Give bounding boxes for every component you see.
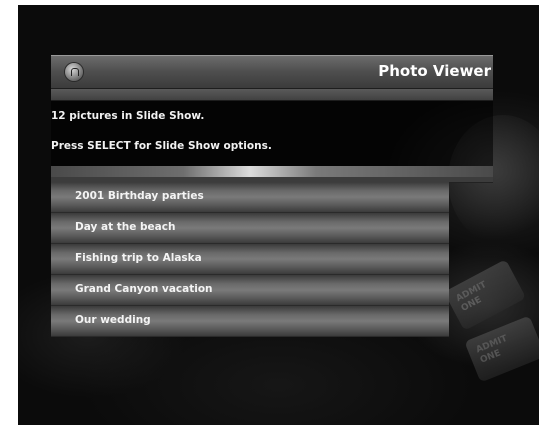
list-item[interactable]: Fishing trip to Alaska xyxy=(51,244,449,275)
list-item-label: Grand Canyon vacation xyxy=(75,283,213,295)
picture-count-text: 12 pictures in Slide Show. xyxy=(51,110,205,122)
title-bar: Photo Viewer xyxy=(51,55,493,89)
list-item-label: Day at the beach xyxy=(75,221,176,233)
list-item-label: 2001 Birthday parties xyxy=(75,190,204,202)
page-title: Photo Viewer xyxy=(378,62,491,80)
background-ticket: ADMIT ONE xyxy=(443,259,527,331)
list-item-label: Fishing trip to Alaska xyxy=(75,252,202,264)
list-item[interactable]: Day at the beach xyxy=(51,213,449,244)
folder-list: 2001 Birthday parties Day at the beach F… xyxy=(51,182,449,337)
windows-media-center-logo-icon[interactable] xyxy=(65,63,83,81)
list-item[interactable]: Grand Canyon vacation xyxy=(51,275,449,306)
ticket-text: ADMIT ONE xyxy=(474,333,509,366)
list-item[interactable]: 2001 Birthday parties xyxy=(51,182,449,213)
list-item[interactable]: Our wedding xyxy=(51,306,449,337)
divider-bar xyxy=(51,166,493,183)
slideshow-info-panel: 12 pictures in Slide Show. Press SELECT … xyxy=(51,100,493,166)
list-item-label: Our wedding xyxy=(75,314,151,326)
media-center-screen: ADMIT ONE ADMIT ONE Photo Viewer 12 pict… xyxy=(18,5,539,425)
select-hint-text: Press SELECT for Slide Show options. xyxy=(51,140,272,152)
background-ticket: ADMIT ONE xyxy=(464,315,539,383)
ticket-text: ADMIT ONE xyxy=(454,279,489,314)
